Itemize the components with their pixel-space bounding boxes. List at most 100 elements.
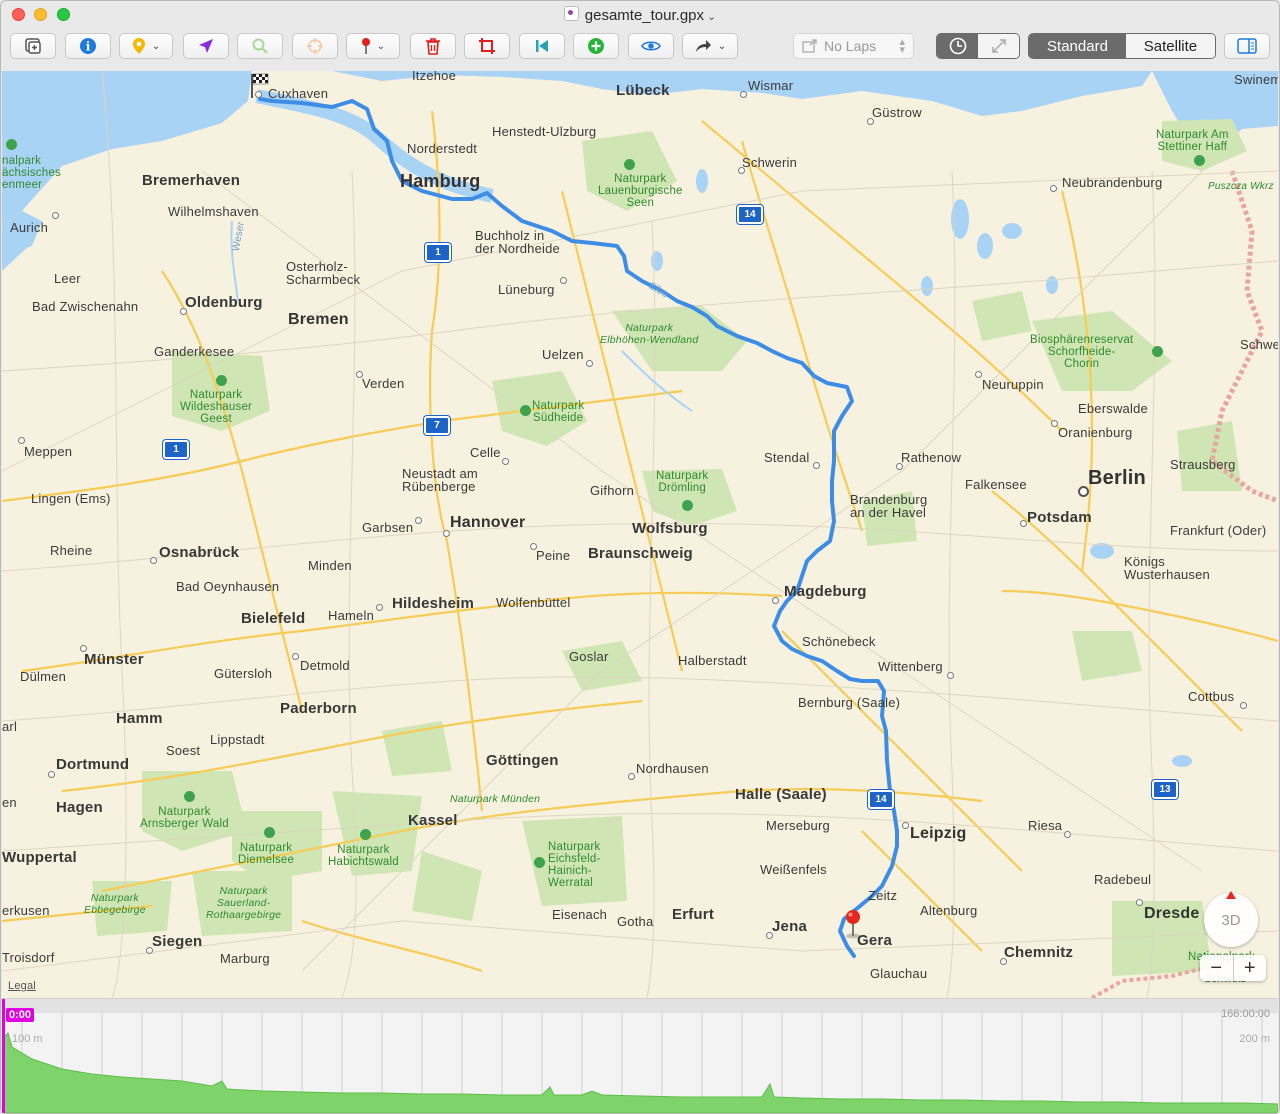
elevation-profile[interactable]: 0:00 166:00:00 100 m 200 m xyxy=(2,998,1278,1113)
city-label: Gera xyxy=(857,932,892,949)
pin-dropdown-button[interactable]: ⌄ xyxy=(346,33,400,59)
city-label: Bremerhaven xyxy=(142,172,241,189)
highway-shield: 7 xyxy=(424,416,450,435)
city-label: Cottbus xyxy=(1188,689,1235,704)
city-dot xyxy=(1136,899,1143,906)
forest-label: Puszcza Wkrz xyxy=(1208,181,1274,192)
city-label: Paderborn xyxy=(280,700,357,717)
city-dot xyxy=(52,212,59,219)
sidebar-toggle-button[interactable] xyxy=(1224,33,1270,59)
info-button[interactable]: i xyxy=(65,33,111,59)
city-dot xyxy=(292,653,299,660)
city-label: Lippstadt xyxy=(210,732,265,747)
add-button[interactable] xyxy=(573,33,619,59)
city-dot xyxy=(80,645,87,652)
city-label: Magdeburg xyxy=(784,583,867,600)
chevron-down-icon: ⌄ xyxy=(376,40,386,52)
tree-icon xyxy=(216,375,227,386)
direction-icon xyxy=(199,39,213,53)
city-label: Norderstedt xyxy=(407,141,478,156)
city-dot xyxy=(740,91,747,98)
city-label: Hamburg xyxy=(400,171,481,191)
city-label: Wilhelmshaven xyxy=(168,204,259,219)
share-dropdown-button[interactable]: ⌄ xyxy=(682,33,738,59)
rewind-icon xyxy=(536,40,548,52)
window-title[interactable]: gesamte_tour.gpx ⌄ xyxy=(0,6,1280,24)
laps-select[interactable]: No Laps ▴ ▾ xyxy=(793,33,914,59)
city-label: Berlin xyxy=(1088,467,1146,489)
city-label: Schwe xyxy=(1240,337,1278,352)
city-label: Neustadt am Rübenberge xyxy=(402,466,478,494)
city-dot xyxy=(902,822,909,829)
new-window-button[interactable] xyxy=(10,33,56,59)
app-window: gesamte_tour.gpx ⌄ i ⌄ ⌄ ⌄ No Laps ▴ ▾ S… xyxy=(0,0,1280,1114)
tree-icon xyxy=(624,159,635,170)
expand-mode-button[interactable] xyxy=(978,34,1019,58)
elevation-chart xyxy=(2,999,1278,1113)
park-label: Naturpark Elbhöhen-Wendland xyxy=(600,322,699,346)
city-label: Cuxhaven xyxy=(268,86,329,101)
city-dot xyxy=(376,604,383,611)
map-type-standard[interactable]: Standard xyxy=(1029,34,1126,58)
city-label: Halberstadt xyxy=(678,653,747,668)
map-view[interactable]: Cuxhaven Itzehoe Lübeck Wismar Güstrow S… xyxy=(2,71,1278,998)
target-button[interactable] xyxy=(292,33,338,59)
clock-mode-button[interactable] xyxy=(937,34,978,58)
city-label: Nordhausen xyxy=(636,761,709,776)
delete-button[interactable] xyxy=(410,33,456,59)
park-label: Naturpark Diemelsee xyxy=(238,842,295,866)
city-label: Celle xyxy=(470,445,501,460)
map-type-satellite[interactable]: Satellite xyxy=(1125,34,1215,58)
city-label: Hannover xyxy=(450,514,526,531)
city-label: Lübeck xyxy=(616,82,670,99)
city-label: Hamm xyxy=(116,710,163,727)
city-label: Rheine xyxy=(50,543,93,558)
legal-link[interactable]: Legal xyxy=(8,980,36,992)
city-dot xyxy=(772,597,779,604)
svg-text:i: i xyxy=(86,40,91,54)
city-dot xyxy=(1240,702,1247,709)
city-label: Strausberg xyxy=(1170,457,1236,472)
city-label: Gifhorn xyxy=(590,483,635,498)
search-button[interactable] xyxy=(237,33,283,59)
crop-icon xyxy=(479,38,495,54)
city-label: Dresde xyxy=(1144,905,1200,922)
city-label: Leipzig xyxy=(910,825,967,842)
city-label: en xyxy=(2,795,17,810)
new-window-icon xyxy=(25,38,41,54)
direction-button[interactable] xyxy=(183,33,229,59)
city-label: Itzehoe xyxy=(412,71,457,83)
city-label: Oranienburg xyxy=(1058,425,1133,440)
zoom-out-button[interactable]: − xyxy=(1200,955,1234,981)
city-label: Wismar xyxy=(748,78,794,93)
city-dot xyxy=(180,308,187,315)
city-dot xyxy=(560,277,567,284)
city-label: Buchholz in der Nordheide xyxy=(475,228,560,256)
city-label: Wolfenbüttel xyxy=(496,595,571,610)
marker-dropdown-button[interactable]: ⌄ xyxy=(119,33,173,59)
city-label: Altenburg xyxy=(920,903,978,918)
city-dot xyxy=(356,371,363,378)
compass-north-icon xyxy=(1226,891,1236,899)
city-label: Wolfsburg xyxy=(632,520,708,537)
city-label: Brandenburg an der Havel xyxy=(850,492,928,520)
tree-icon xyxy=(1194,155,1205,166)
chevron-down-icon: ⌄ xyxy=(151,40,161,52)
city-label: Halle (Saale) xyxy=(735,786,827,803)
city-dot xyxy=(146,947,153,954)
crop-button[interactable] xyxy=(464,33,510,59)
city-dot xyxy=(766,932,773,939)
city-label: Garbsen xyxy=(362,520,414,535)
capital-dot xyxy=(1078,486,1089,497)
visibility-button[interactable] xyxy=(628,33,674,59)
city-dot xyxy=(1020,520,1027,527)
park-label: nalpark ächsisches enmeer xyxy=(2,155,61,191)
city-label: Erfurt xyxy=(672,906,715,923)
city-label: Hildesheim xyxy=(392,595,475,612)
city-label: Siegen xyxy=(152,933,203,950)
clock-icon xyxy=(949,37,966,55)
rewind-button[interactable] xyxy=(519,33,565,59)
city-label: Bielefeld xyxy=(241,610,306,627)
zoom-in-button[interactable]: + xyxy=(1234,955,1267,981)
compass-3d-button[interactable]: 3D xyxy=(1204,891,1258,947)
